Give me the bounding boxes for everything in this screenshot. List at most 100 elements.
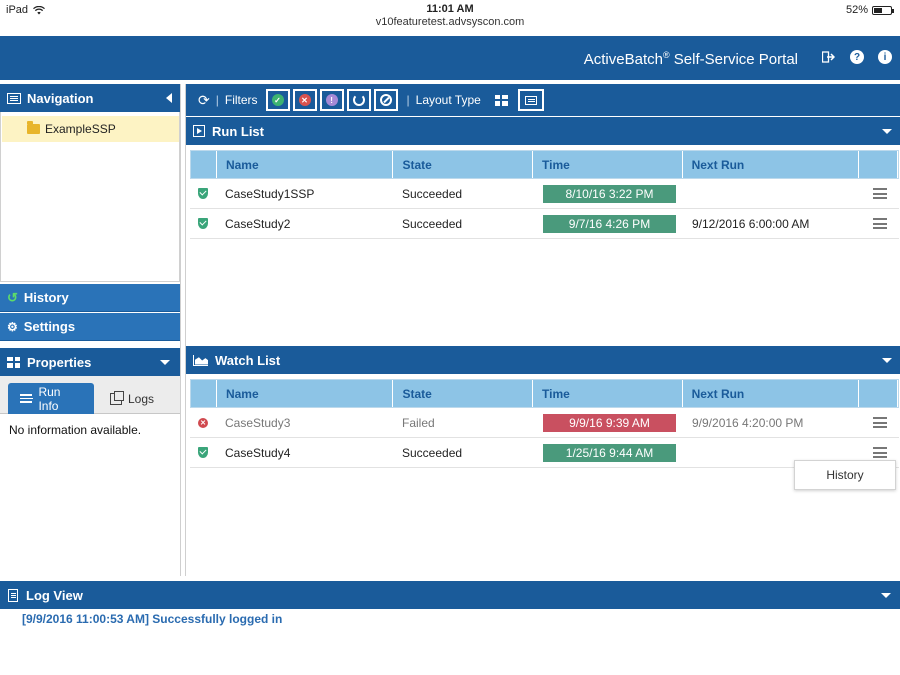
cell-time: 1/25/16 9:44 AM xyxy=(543,443,676,462)
table-row[interactable]: CaseStudy2 Succeeded 9/7/16 4:26 PM 9/12… xyxy=(190,209,899,239)
watch-list-grid: Name State Time Next Run ✕ CaseStudy3 Fa… xyxy=(190,379,899,468)
app-title: ActiveBatch® Self-Service Portal xyxy=(584,50,798,68)
cell-state: Failed xyxy=(402,415,435,430)
filter-warning-button[interactable]: ! xyxy=(319,89,344,111)
cell-name: CaseStudy1SSP xyxy=(225,186,315,201)
device-clock: 11:01 AM xyxy=(426,3,474,15)
logout-icon[interactable] xyxy=(820,49,836,65)
hamburger-menu-icon[interactable] xyxy=(872,417,887,428)
column-state[interactable]: State xyxy=(393,151,534,178)
watch-list-header[interactable]: Watch List xyxy=(186,346,900,374)
app-title-suffix: Self-Service Portal xyxy=(669,51,798,68)
tab-logs[interactable]: Logs xyxy=(98,383,166,414)
main-panel: ⟳ | Filters ✓ ✕ ! | Layout Type Run List… xyxy=(185,84,900,576)
log-view-title: Log View xyxy=(26,587,83,603)
filter-cancelled-button[interactable] xyxy=(373,89,398,111)
chevron-down-icon[interactable] xyxy=(160,360,170,365)
cell-time: 9/7/16 4:26 PM xyxy=(543,214,676,233)
watch-list-title: Watch List xyxy=(215,352,281,368)
table-row[interactable]: CaseStudy4 Succeeded 1/25/16 9:44 AM xyxy=(190,438,899,468)
column-state[interactable]: State xyxy=(393,380,534,407)
cell-time: 8/10/16 3:22 PM xyxy=(543,184,676,203)
chevron-down-icon[interactable] xyxy=(882,358,892,363)
toolbar: ⟳ | Filters ✓ ✕ ! | Layout Type xyxy=(186,84,900,116)
tab-run-info[interactable]: Run Info xyxy=(8,383,94,414)
filter-running-button[interactable] xyxy=(346,89,371,111)
run-list-header[interactable]: Run List xyxy=(186,117,900,145)
history-icon: ↺ xyxy=(7,289,18,305)
column-name[interactable]: Name xyxy=(217,380,394,407)
failed-icon: ✕ xyxy=(198,417,208,428)
app-header: ActiveBatch® Self-Service Portal ? i xyxy=(0,36,900,80)
hamburger-menu-icon[interactable] xyxy=(872,188,887,199)
cell-next-run: 9/9/2016 4:20:00 PM xyxy=(692,415,804,430)
tree-item-examplessp[interactable]: ExampleSSP xyxy=(2,116,179,142)
column-next-run[interactable]: Next Run xyxy=(683,380,860,407)
history-button[interactable]: ↺ History xyxy=(0,284,180,312)
app-title-brand: ActiveBatch xyxy=(583,51,663,68)
cell-next-run: 9/12/2016 6:00:00 AM xyxy=(692,216,810,231)
app-title-registered: ® xyxy=(662,50,670,60)
tab-logs-label: Logs xyxy=(128,391,155,406)
context-menu-history[interactable]: History xyxy=(794,460,896,490)
battery-percent: 52% xyxy=(845,4,868,16)
gears-icon: ⚙ xyxy=(7,319,18,334)
settings-button[interactable]: ⚙ Settings xyxy=(0,313,180,341)
run-list-grid: Name State Time Next Run CaseStudy1SSP S… xyxy=(190,150,899,239)
hamburger-menu-icon[interactable] xyxy=(872,218,887,229)
history-label: History xyxy=(23,290,69,305)
run-list-title: Run List xyxy=(212,123,264,139)
column-time[interactable]: Time xyxy=(533,151,683,178)
warning-icon: ! xyxy=(325,94,338,106)
check-icon: ✓ xyxy=(271,94,284,106)
layout-list-button[interactable] xyxy=(517,89,544,111)
navigation-tree: ExampleSSP xyxy=(0,112,180,282)
folder-open-icon xyxy=(27,121,40,134)
table-row[interactable]: ✕ CaseStudy3 Failed 9/9/16 9:39 AM 9/9/2… xyxy=(190,408,899,438)
success-shield-icon xyxy=(198,218,208,229)
run-info-icon xyxy=(20,394,34,403)
properties-body: No information available. xyxy=(9,423,142,437)
navigation-header: Navigation xyxy=(0,84,180,112)
column-name[interactable]: Name xyxy=(217,151,394,178)
table-row[interactable]: CaseStudy1SSP Succeeded 8/10/16 3:22 PM xyxy=(190,179,899,209)
success-shield-icon xyxy=(198,188,208,199)
properties-grid-icon xyxy=(7,356,20,368)
log-entry: [9/9/2016 11:00:53 AM] Successfully logg… xyxy=(22,612,283,626)
url-bar[interactable]: v10featuretest.advsyscon.com xyxy=(0,16,900,34)
properties-header[interactable]: Properties xyxy=(0,348,180,376)
left-panel: Navigation ExampleSSP ↺ History ⚙ Settin… xyxy=(0,84,181,576)
collapse-left-icon[interactable] xyxy=(166,93,172,103)
list-icon xyxy=(524,95,537,105)
refresh-icon[interactable]: ⟳ xyxy=(198,92,210,109)
cell-name: CaseStudy3 xyxy=(225,415,291,430)
cancel-icon xyxy=(379,94,392,106)
tab-run-info-label: Run Info xyxy=(38,384,61,413)
tree-item-label: ExampleSSP xyxy=(45,122,116,136)
log-view-header[interactable]: Log View xyxy=(0,581,900,609)
grid-header: Name State Time Next Run xyxy=(190,379,899,408)
info-icon[interactable]: i xyxy=(877,49,893,65)
chevron-down-icon[interactable] xyxy=(881,593,891,598)
filter-failed-button[interactable]: ✕ xyxy=(292,89,317,111)
error-icon: ✕ xyxy=(298,94,311,106)
logs-icon xyxy=(110,390,124,405)
column-status xyxy=(191,151,217,178)
layout-grid-icon[interactable] xyxy=(494,94,508,106)
filter-succeeded-button[interactable]: ✓ xyxy=(265,89,290,111)
hamburger-menu-icon[interactable] xyxy=(872,447,887,458)
column-actions xyxy=(859,380,898,407)
column-next-run[interactable]: Next Run xyxy=(683,151,860,178)
help-icon[interactable]: ? xyxy=(849,49,865,65)
cell-name: CaseStudy2 xyxy=(225,216,291,231)
document-icon xyxy=(8,588,18,602)
column-actions xyxy=(859,151,898,178)
cell-state: Succeeded xyxy=(402,186,463,201)
play-icon xyxy=(193,125,205,137)
navigation-title: Navigation xyxy=(27,90,94,106)
chevron-down-icon[interactable] xyxy=(882,129,892,134)
cell-state: Succeeded xyxy=(402,445,463,460)
settings-label: Settings xyxy=(23,319,76,334)
toolbar-separator: | xyxy=(406,93,410,107)
column-time[interactable]: Time xyxy=(533,380,683,407)
